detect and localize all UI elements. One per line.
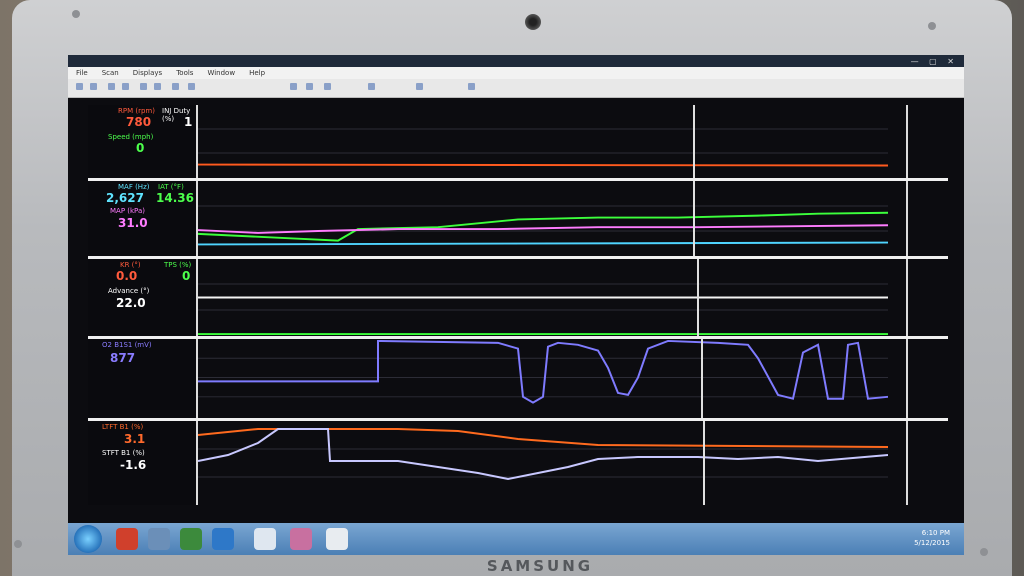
panel-fuel-trim: LTFT B1 (%) 3.1 STFT B1 (%) -1.6 <box>88 421 948 505</box>
toolbar-button[interactable] <box>368 83 375 90</box>
start-button[interactable] <box>74 525 102 553</box>
toolbar-button[interactable] <box>306 83 313 90</box>
kr-label: KR (°) <box>120 261 141 269</box>
menu-help[interactable]: Help <box>249 67 265 79</box>
clock-time: 6:10 PM <box>921 529 950 537</box>
clock-date: 5/12/2015 <box>914 539 950 547</box>
toolbar-button[interactable] <box>122 83 129 90</box>
app-icon[interactable] <box>254 528 276 550</box>
brand-logo: SAMSUNG <box>486 557 594 575</box>
panel-labels: MAF (Hz) 2,627 MAP (kPa) 31.0 IAT (°F) 1… <box>88 181 198 256</box>
toolbar-button[interactable] <box>90 83 97 90</box>
panel-rpm: RPM (rpm) 780 Speed (mph) 0 INJ Duty (%)… <box>88 105 948 181</box>
toolbar-button[interactable] <box>324 83 331 90</box>
acrobat-icon[interactable] <box>116 528 138 550</box>
o2-scale <box>906 339 948 418</box>
o2-trace <box>198 339 888 404</box>
speed-value: 0 <box>136 141 145 155</box>
ltft-label: LTFT B1 (%) <box>102 423 144 431</box>
o2-value: 877 <box>110 351 136 365</box>
fuel-trim-scale <box>906 421 948 505</box>
internet-explorer-icon[interactable] <box>212 528 234 550</box>
toolbar-button[interactable] <box>154 83 161 90</box>
scan-app-icon[interactable] <box>326 528 348 550</box>
map-label: MAP (kPa) <box>110 207 145 215</box>
iat-label: IAT (°F) <box>158 183 184 191</box>
panel-labels: O2 B1S1 (mV) 877 <box>88 339 198 418</box>
menu-file[interactable]: File <box>76 67 88 79</box>
panel-labels: LTFT B1 (%) 3.1 STFT B1 (%) -1.6 <box>88 421 198 505</box>
stft-trace <box>198 428 888 481</box>
stft-label: STFT B1 (%) <box>102 449 145 457</box>
menu-bar: File Scan Displays Tools Window Help <box>68 67 964 79</box>
laptop-screen: — ▢ ✕ File Scan Displays Tools Window He… <box>68 55 964 555</box>
toolbar-button[interactable] <box>290 83 297 90</box>
maf-value: 2,627 <box>106 191 144 205</box>
speed-label: Speed (mph) <box>108 133 154 141</box>
knock-plot[interactable] <box>198 259 888 336</box>
ltft-trace <box>198 428 888 448</box>
rpm-plot[interactable] <box>198 105 888 178</box>
rpm-label: RPM (rpm) <box>118 107 155 115</box>
toolbar-button[interactable] <box>140 83 147 90</box>
rpm-trace <box>198 163 888 167</box>
map-value: 31.0 <box>118 216 148 230</box>
bezel-screw <box>72 10 80 18</box>
fuel-trim-plot[interactable] <box>198 421 888 505</box>
iat-trace <box>198 241 888 246</box>
iat-value: 14.36 <box>156 191 194 205</box>
advance-value: 22.0 <box>116 296 146 310</box>
maf-scale <box>906 181 948 256</box>
toolbar-button[interactable] <box>468 83 475 90</box>
stft-value: -1.6 <box>120 458 147 472</box>
panel-labels: RPM (rpm) 780 Speed (mph) 0 INJ Duty (%)… <box>88 105 198 178</box>
maf-label: MAF (Hz) <box>118 183 150 191</box>
toolbar-button[interactable] <box>188 83 195 90</box>
bezel-screw <box>980 548 988 556</box>
tps-label: TPS (%) <box>164 261 192 269</box>
tools-icon[interactable] <box>148 528 170 550</box>
toolbar-button[interactable] <box>76 83 83 90</box>
maf-plot[interactable] <box>198 181 888 256</box>
tps-value: 0 <box>182 269 191 283</box>
rpm-scale <box>906 105 948 178</box>
bezel-screw <box>928 22 936 30</box>
menu-tools[interactable]: Tools <box>176 67 193 79</box>
knock-scale <box>906 259 948 336</box>
inj-duty-value: 1 <box>184 115 193 129</box>
o2-label: O2 B1S1 (mV) <box>102 341 152 349</box>
panel-labels: KR (°) 0.0 Advance (°) 22.0 TPS (%) 0 <box>88 259 198 336</box>
menu-window[interactable]: Window <box>207 67 235 79</box>
window-controls[interactable]: — ▢ ✕ <box>911 57 958 66</box>
rpm-value: 780 <box>126 115 152 129</box>
windows-taskbar: 6:10 PM 5/12/2015 <box>68 523 964 555</box>
kr-value: 0.0 <box>116 269 138 283</box>
panel-o2: O2 B1S1 (mV) 877 <box>88 339 948 421</box>
ltft-value: 3.1 <box>124 432 146 446</box>
toolbar-button[interactable] <box>416 83 423 90</box>
map-trace <box>198 224 888 234</box>
webcam <box>525 14 541 30</box>
app-icon[interactable] <box>290 528 312 550</box>
advance-label: Advance (°) <box>108 287 150 295</box>
menu-scan[interactable]: Scan <box>102 67 119 79</box>
toolbar <box>68 79 964 98</box>
panel-maf: MAF (Hz) 2,627 MAP (kPa) 31.0 IAT (°F) 1… <box>88 181 948 259</box>
panel-knock: KR (°) 0.0 Advance (°) 22.0 TPS (%) 0 <box>88 259 948 339</box>
toolbar-button[interactable] <box>108 83 115 90</box>
toolbar-button[interactable] <box>172 83 179 90</box>
chrome-icon[interactable] <box>180 528 202 550</box>
o2-plot[interactable] <box>198 339 888 418</box>
bezel-screw <box>14 540 22 548</box>
clock[interactable]: 6:10 PM 5/12/2015 <box>914 528 950 548</box>
menu-displays[interactable]: Displays <box>133 67 162 79</box>
graph-panels: RPM (rpm) 780 Speed (mph) 0 INJ Duty (%)… <box>88 105 948 505</box>
window-title-bar: — ▢ ✕ <box>68 55 964 67</box>
